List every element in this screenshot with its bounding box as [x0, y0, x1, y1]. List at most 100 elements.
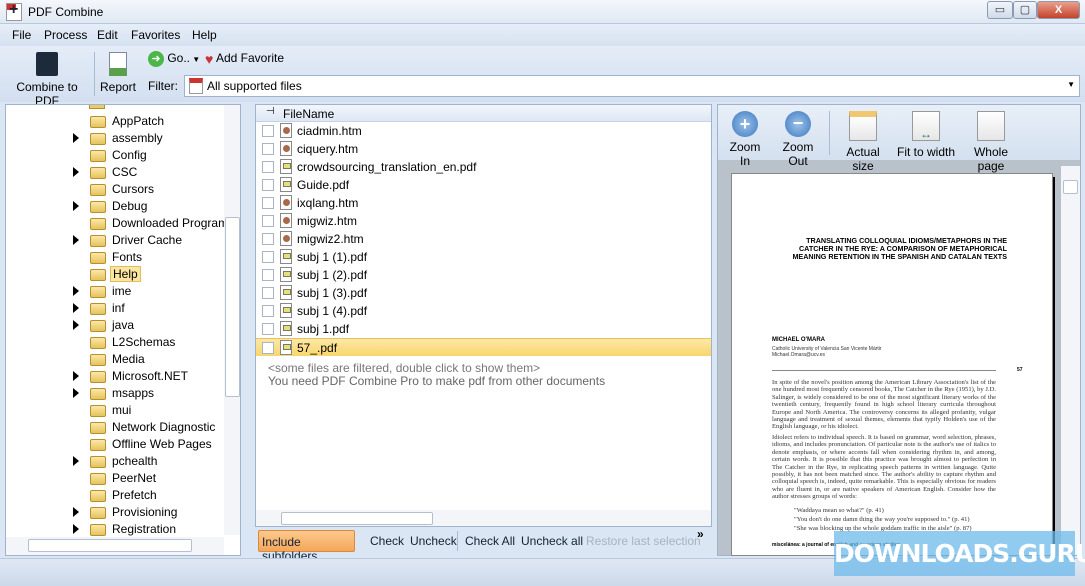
file-checkbox[interactable] [262, 161, 274, 173]
tree-item[interactable]: Debug [6, 198, 226, 215]
file-row[interactable]: subj 1 (1).pdf [256, 248, 711, 266]
tree-item[interactable]: Fonts [6, 249, 226, 266]
add-favorite-button[interactable]: ♥ Add Favorite [205, 51, 284, 67]
file-checkbox[interactable] [262, 143, 274, 155]
close-button[interactable]: X [1037, 1, 1080, 19]
fit-to-width-button[interactable]: ↔ Fit to width [896, 111, 956, 159]
menu-favorites[interactable]: Favorites [131, 28, 180, 42]
tree-item[interactable]: Downloaded Program Fil [6, 215, 240, 232]
check-all-button[interactable]: Check All [465, 534, 515, 548]
tree-item[interactable]: L2Schemas [6, 334, 226, 351]
file-row[interactable]: crowdsourcing_translation_en.pdf [256, 158, 711, 176]
file-checkbox[interactable] [262, 287, 274, 299]
expand-arrow-icon[interactable] [73, 371, 79, 381]
file-checkbox[interactable] [262, 323, 274, 335]
expand-arrow-icon[interactable] [73, 524, 79, 534]
folder-tree[interactable]: AppPatch assembly Config CSC Cursors Debug Dow… [5, 104, 241, 556]
file-row[interactable]: subj 1 (3).pdf [256, 284, 711, 302]
zoom-out-button[interactable]: − Zoom Out [773, 111, 823, 168]
tree-item[interactable]: pchealth [6, 453, 226, 470]
tree-item[interactable]: Prefetch [6, 487, 226, 504]
tree-item[interactable]: PeerNet [6, 470, 226, 487]
file-checkbox[interactable] [262, 215, 274, 227]
scroll-thumb[interactable] [225, 217, 240, 397]
expand-arrow-icon[interactable] [73, 286, 79, 296]
file-row[interactable]: subj 1 (4).pdf [256, 302, 711, 320]
tree-item[interactable]: AppPatch [6, 113, 226, 130]
tree-item[interactable]: Media [6, 351, 226, 368]
tree-item[interactable]: CSC [6, 164, 226, 181]
include-subfolders-toggle[interactable]: Include subfolders [258, 530, 355, 563]
tree-item[interactable]: Offline Web Pages [6, 436, 226, 453]
tree-item[interactable]: Network Diagnostic [6, 419, 226, 436]
file-checkbox[interactable] [262, 197, 274, 209]
report-button[interactable]: Report [99, 52, 137, 94]
expand-arrow-icon[interactable] [73, 303, 79, 313]
tree-item[interactable]: Cursors [6, 181, 226, 198]
menu-file[interactable]: File [12, 28, 31, 42]
file-checkbox[interactable] [262, 251, 274, 263]
file-row[interactable]: migwiz.htm [256, 212, 711, 230]
expand-arrow-icon[interactable] [73, 388, 79, 398]
tree-item[interactable]: assembly [6, 130, 226, 147]
file-horizontal-scrollbar[interactable] [256, 510, 711, 526]
menu-help[interactable]: Help [192, 28, 217, 42]
file-checkbox[interactable] [262, 269, 274, 281]
file-row[interactable]: subj 1.pdf [256, 320, 711, 338]
zoom-in-button[interactable]: + Zoom In [724, 111, 766, 168]
uncheck-all-button[interactable]: Uncheck all [521, 534, 583, 548]
file-checkbox[interactable] [262, 179, 274, 191]
file-checkbox[interactable] [262, 125, 274, 137]
menu-process[interactable]: Process [44, 28, 87, 42]
tree-vertical-scrollbar[interactable] [224, 105, 240, 535]
tree-item[interactable]: Help [6, 266, 226, 283]
tree-item[interactable]: ime [6, 283, 226, 300]
title-bar: PDF Combine ▭ ▢ X [0, 0, 1085, 24]
tree-item[interactable]: Registration [6, 521, 226, 538]
file-row[interactable]: migwiz2.htm [256, 230, 711, 248]
tree-item[interactable]: Config [6, 147, 226, 164]
filtered-note[interactable]: <some files are filtered, double click t… [268, 361, 540, 375]
file-checkbox[interactable] [262, 233, 274, 245]
expand-arrow-icon[interactable] [73, 201, 79, 211]
combine-to-pdf-button[interactable]: Combine to PDF [6, 52, 88, 108]
more-button[interactable]: » [697, 527, 704, 541]
file-row[interactable]: ciadmin.htm [256, 122, 711, 140]
file-checkbox[interactable] [262, 305, 274, 317]
actual-size-button[interactable]: Actual size [835, 111, 891, 173]
file-checkbox[interactable] [262, 342, 274, 354]
expand-arrow-icon[interactable] [73, 507, 79, 517]
file-row[interactable]: ixqlang.htm [256, 194, 711, 212]
go-button[interactable]: ➜ Go.. ▼ [148, 51, 200, 67]
minimize-button[interactable]: ▭ [987, 1, 1013, 19]
scroll-thumb[interactable] [28, 539, 192, 552]
menu-edit[interactable]: Edit [97, 28, 118, 42]
tree-item[interactable]: msapps [6, 385, 226, 402]
filter-select[interactable]: All supported files ▼ [184, 75, 1080, 97]
file-row[interactable]: 57_.pdf [256, 338, 711, 356]
expand-arrow-icon[interactable] [73, 235, 79, 245]
file-row[interactable]: subj 1 (2).pdf [256, 266, 711, 284]
tree-item[interactable]: Microsoft.NET [6, 368, 226, 385]
expand-arrow-icon[interactable] [73, 133, 79, 143]
uncheck-button[interactable]: Uncheck [410, 534, 457, 548]
expand-arrow-icon[interactable] [73, 456, 79, 466]
whole-page-button[interactable]: Whole page [960, 111, 1022, 173]
scroll-thumb[interactable] [1063, 180, 1078, 194]
tree-item[interactable]: inf [6, 300, 226, 317]
file-list[interactable]: ⊣ FileName ciadmin.htm ciquery.htm crowdso… [255, 104, 712, 527]
tree-item[interactable]: java [6, 317, 226, 334]
tree-item[interactable]: Provisioning [6, 504, 226, 521]
expand-arrow-icon[interactable] [73, 167, 79, 177]
column-header-filename[interactable]: ⊣ FileName [256, 105, 711, 122]
expand-arrow-icon[interactable] [73, 320, 79, 330]
file-row[interactable]: ciquery.htm [256, 140, 711, 158]
scroll-thumb[interactable] [281, 512, 433, 525]
check-button[interactable]: Check [370, 534, 404, 548]
file-row[interactable]: Guide.pdf [256, 176, 711, 194]
preview-scrollbar[interactable] [1061, 166, 1080, 555]
tree-item[interactable]: Driver Cache [6, 232, 226, 249]
tree-horizontal-scrollbar[interactable] [6, 537, 224, 555]
maximize-button[interactable]: ▢ [1013, 1, 1037, 19]
tree-item[interactable]: mui [6, 402, 226, 419]
